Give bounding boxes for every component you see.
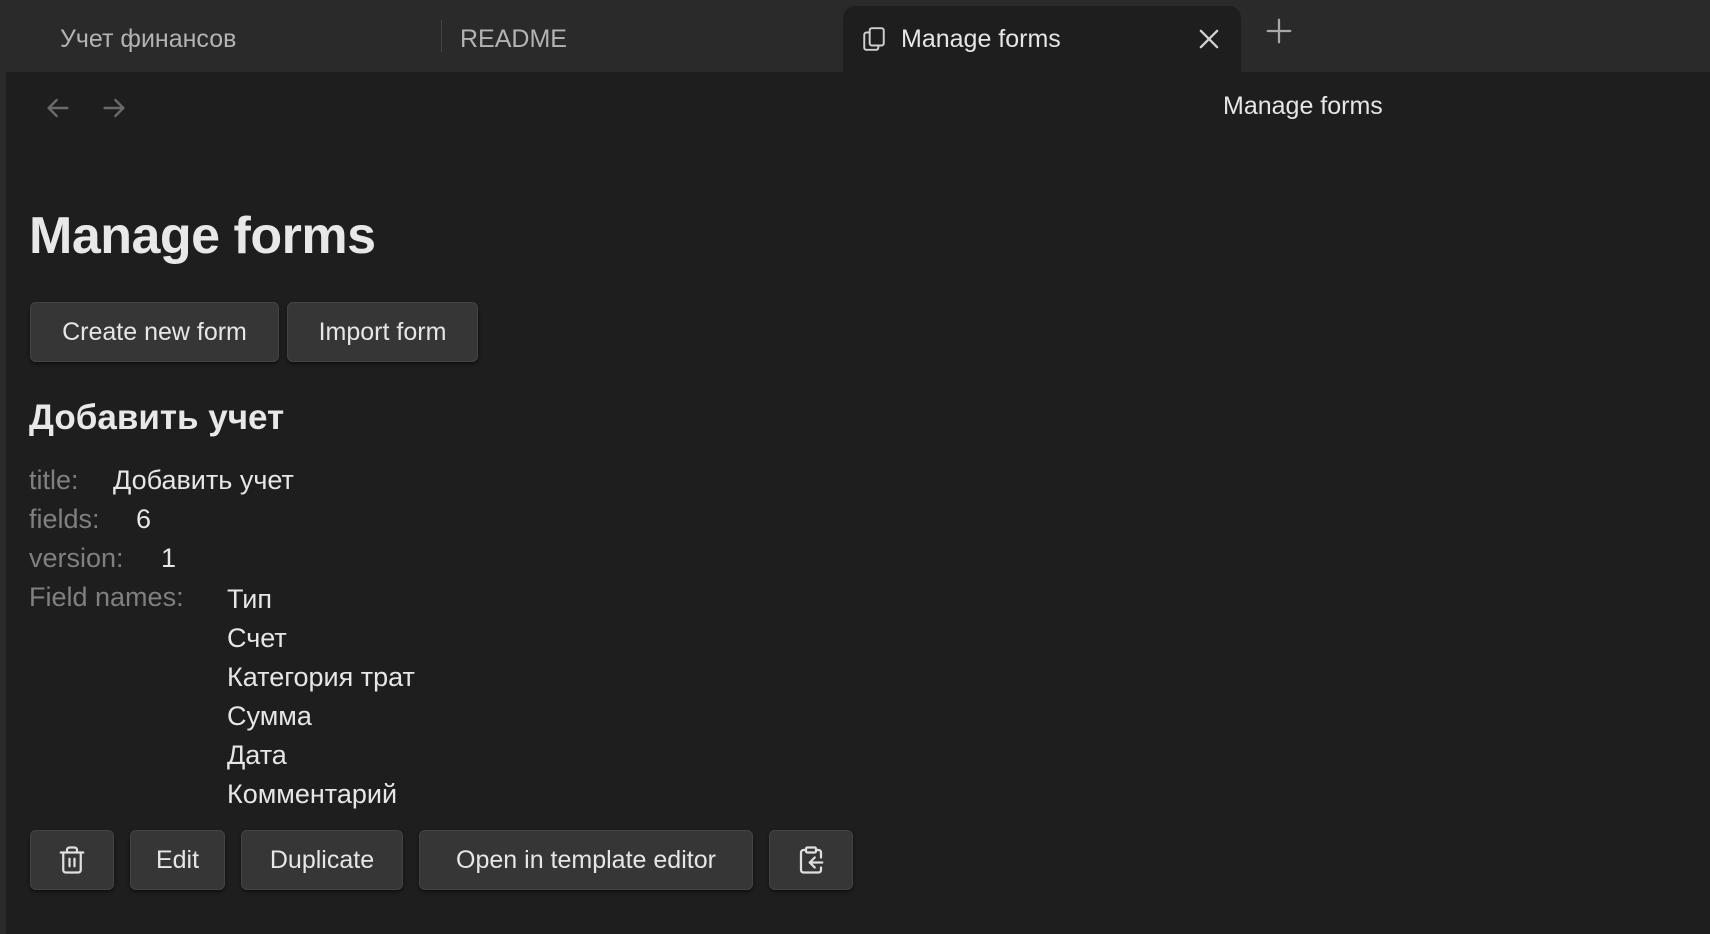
open-template-editor-button[interactable]: Open in template editor [419,830,753,890]
import-form-button[interactable]: Import form [287,302,478,362]
view-header-title: Manage forms [1223,92,1383,120]
tab-label: Учет финансов [60,24,237,53]
version-key: version: [29,543,124,573]
new-tab-plus-icon[interactable] [1264,16,1294,46]
left-sidebar-edge [0,72,6,934]
form-version-row: version: 1 [29,543,176,574]
fields-value: 6 [136,504,152,534]
tab-readme[interactable]: README [440,6,840,72]
field-names-list: Тип Счет Категория трат Сумма Дата Комме… [227,582,415,816]
delete-form-button[interactable] [30,830,114,890]
title-key: title: [29,465,79,495]
arrow-left-icon[interactable] [42,92,74,124]
field-names-key: Field names: [29,582,184,612]
tab-uchet-finansov[interactable]: Учет финансов [20,6,440,72]
duplicate-button[interactable]: Duplicate [241,830,403,890]
copy-icon [861,26,887,52]
list-item: Счет [227,623,287,653]
clipboard-import-icon [796,845,826,875]
fields-key: fields: [29,504,100,534]
tab-label: README [460,24,567,53]
list-item: Тип [227,584,273,614]
version-value: 1 [161,543,177,573]
create-new-form-button[interactable]: Create new form [30,302,279,362]
edit-button[interactable]: Edit [130,830,225,890]
tab-manage-forms[interactable]: Manage forms [843,6,1241,72]
list-item: Комментарий [227,779,398,809]
form-title-row: title: Добавить учет [29,465,294,496]
trash-icon [57,845,87,875]
list-item: Дата [227,740,287,770]
form-fields-row: fields: 6 [29,504,151,535]
page-title: Manage forms [29,207,376,265]
form-heading: Добавить учет [29,398,285,437]
list-item: Сумма [227,701,312,731]
tab-label: Manage forms [901,24,1061,53]
list-item: Категория трат [227,662,415,692]
field-names-row: Field names: [29,582,184,613]
copy-to-clipboard-button[interactable] [769,830,853,890]
title-value: Добавить учет [113,465,294,495]
tab-bar: Учет финансов README Manage forms [0,0,1710,72]
close-icon[interactable] [1195,25,1223,53]
arrow-right-icon[interactable] [98,92,130,124]
